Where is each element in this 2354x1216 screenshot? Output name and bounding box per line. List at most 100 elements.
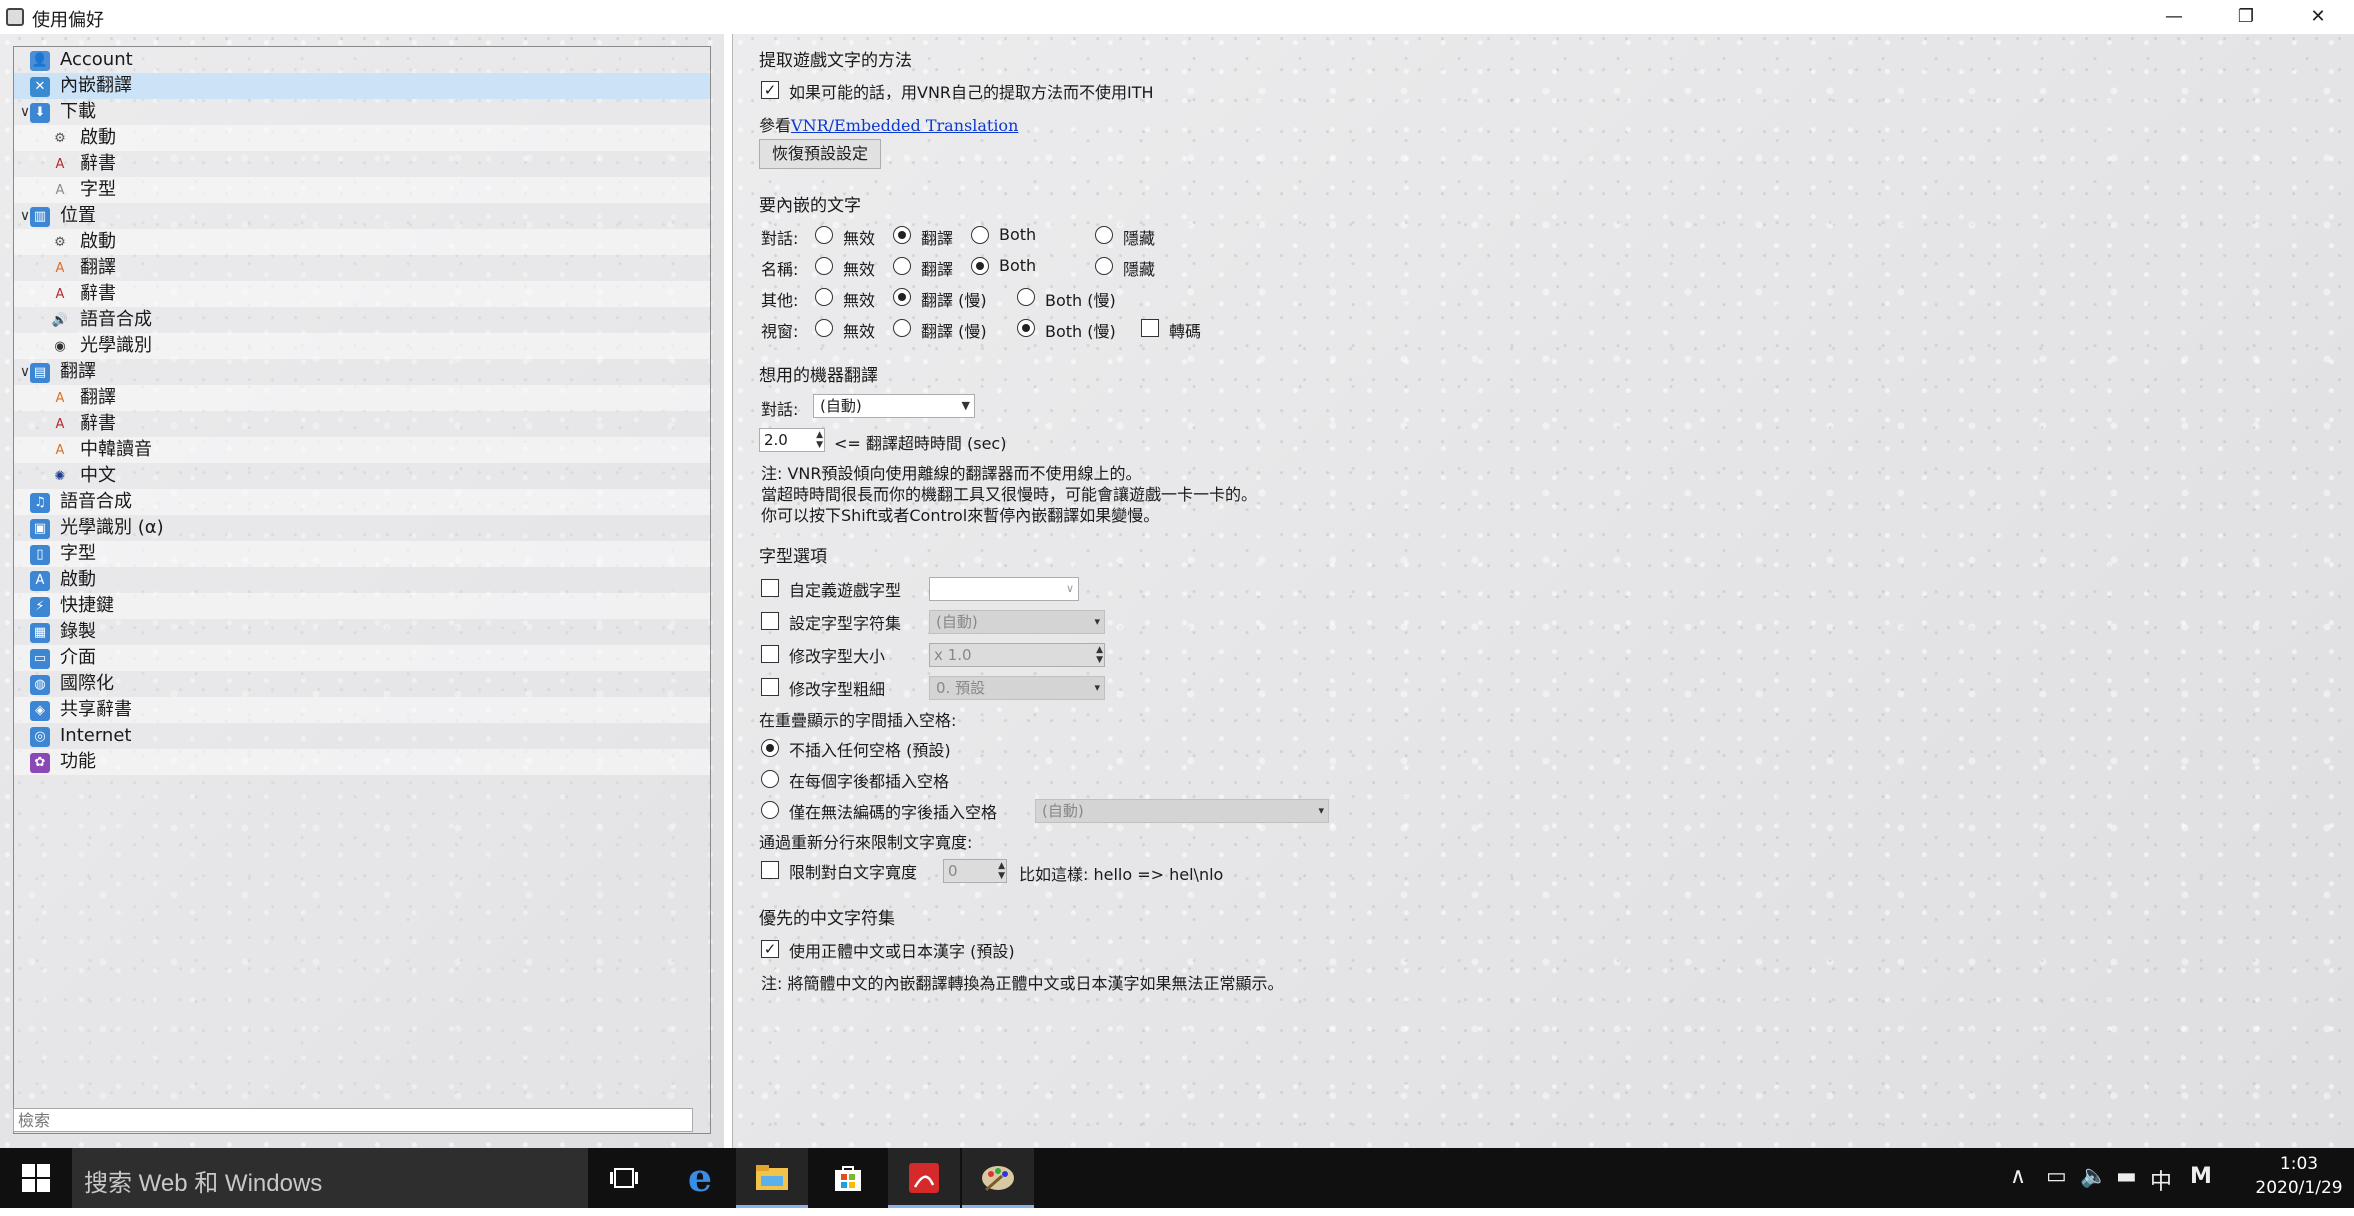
transcode-checkbox[interactable]	[1141, 319, 1159, 337]
embed-option-radio[interactable]	[971, 226, 989, 244]
font-weight-select[interactable]: 0. 預設 ▾	[929, 676, 1105, 700]
spin-down-icon[interactable]: ▼	[1096, 655, 1103, 665]
clock[interactable]: 1:03 2020/1/29	[2250, 1152, 2348, 1200]
spin-up-icon[interactable]: ▲	[998, 861, 1005, 871]
font-size-checkbox[interactable]	[761, 645, 779, 663]
embed-option-radio[interactable]	[1017, 288, 1035, 306]
volume-icon[interactable]: 🔈	[2080, 1164, 2107, 1189]
tree-item[interactable]: A 辭書	[14, 411, 710, 437]
embed-option-radio[interactable]	[815, 319, 833, 337]
embed-option-radio[interactable]	[1017, 319, 1035, 337]
task-view-icon[interactable]	[588, 1148, 660, 1208]
width-limit-spinbox[interactable]: 0 ▲ ▼	[943, 859, 1007, 883]
embedded-translation-link[interactable]: VNR/Embedded Translation	[791, 116, 1018, 135]
tree-item[interactable]: 👤 Account	[14, 47, 710, 73]
tree-item[interactable]: ▭ 介面	[14, 645, 710, 671]
space-none-radio[interactable]	[761, 739, 779, 757]
embed-option-radio[interactable]	[893, 226, 911, 244]
tree-item[interactable]: ∨ ▤ 翻譯	[14, 359, 710, 385]
ime-mode-indicator[interactable]: M	[2190, 1164, 2212, 1189]
spin-down-icon[interactable]: ▼	[998, 871, 1005, 881]
dictionary-icon: A	[55, 157, 65, 172]
tree-item[interactable]: ✕ 內嵌翻譯	[14, 73, 710, 99]
tree-item-label: 辭書	[80, 413, 116, 434]
tree-item[interactable]: ▯ 字型	[14, 541, 710, 567]
tree-item[interactable]: 🔊 語音合成	[14, 307, 710, 333]
splitter[interactable]	[724, 34, 732, 1148]
spin-down-icon[interactable]: ▼	[816, 440, 823, 450]
taskbar-search[interactable]: 搜索 Web 和 Windows	[72, 1148, 588, 1208]
machine-dialog-select[interactable]: (自動) ▼	[813, 394, 975, 418]
charset-select[interactable]: (自動) ▾	[929, 610, 1105, 634]
tree-item[interactable]: ◍ 國際化	[14, 671, 710, 697]
embed-option-radio[interactable]	[893, 288, 911, 306]
features-icon: ✿	[30, 753, 50, 773]
tree-item[interactable]: A 字型	[14, 177, 710, 203]
notification-icon[interactable]: ▬	[2116, 1164, 2137, 1189]
tree-item-label: 啟動	[80, 127, 116, 148]
tree-item-label: 錄製	[60, 621, 96, 642]
acrobat-icon[interactable]	[888, 1148, 960, 1208]
custom-font-select[interactable]: ∨	[929, 577, 1079, 601]
minimize-button[interactable]: —	[2138, 0, 2210, 34]
tree-item[interactable]: A 中韓讀音	[14, 437, 710, 463]
space-unencodable-radio[interactable]	[761, 801, 779, 819]
custom-font-checkbox[interactable]	[761, 579, 779, 597]
use-vnr-checkbox[interactable]: ✓	[761, 81, 779, 99]
tree-item[interactable]: A 辭書	[14, 281, 710, 307]
charset-checkbox[interactable]	[761, 612, 779, 630]
font-weight-checkbox[interactable]	[761, 678, 779, 696]
close-button[interactable]: ✕	[2282, 0, 2354, 34]
edge-browser-icon[interactable]: e	[664, 1148, 736, 1208]
embed-option-radio[interactable]	[815, 288, 833, 306]
tree-item[interactable]: ⚙ 啟動	[14, 229, 710, 255]
tree-item[interactable]: A 翻譯	[14, 255, 710, 281]
tree-item-label: 中文	[80, 465, 116, 486]
start-button[interactable]	[0, 1148, 72, 1208]
tree-item[interactable]: ⚡ 快捷鍵	[14, 593, 710, 619]
tree-item[interactable]: ♫ 語音合成	[14, 489, 710, 515]
ime-indicator[interactable]: 中	[2150, 1164, 2172, 1196]
tree-item-label: Internet	[60, 725, 132, 746]
tree-item[interactable]: A 翻譯	[14, 385, 710, 411]
embed-option-label: 無效	[843, 322, 876, 341]
tree-item[interactable]: ◈ 共享辭書	[14, 697, 710, 723]
location-icon: ▥	[30, 207, 50, 227]
spin-up-icon[interactable]: ▲	[1096, 645, 1103, 655]
vnr-app-icon[interactable]	[962, 1148, 1034, 1208]
tree-item[interactable]: ∨ ⬇ 下載	[14, 99, 710, 125]
reset-defaults-button[interactable]: 恢復預設設定	[759, 139, 882, 169]
file-explorer-icon[interactable]	[736, 1148, 808, 1208]
tree-item[interactable]: A 啟動	[14, 567, 710, 593]
account-icon: 👤	[30, 51, 50, 71]
timeout-spinbox[interactable]: 2.0 ▲ ▼	[759, 428, 825, 452]
tree-item[interactable]: ✺ 中文	[14, 463, 710, 489]
store-icon[interactable]	[812, 1148, 884, 1208]
tree-item[interactable]: ∨ ▥ 位置	[14, 203, 710, 229]
embed-option-radio[interactable]	[893, 319, 911, 337]
tree-item[interactable]: ▦ 錄製	[14, 619, 710, 645]
search-input[interactable]	[13, 1108, 693, 1132]
tree-item[interactable]: ▣ 光學識別 (α)	[14, 515, 710, 541]
embed-option-radio[interactable]	[1095, 226, 1113, 244]
tree-item[interactable]: ◉ 光學識別	[14, 333, 710, 359]
network-icon[interactable]: ▭	[2046, 1164, 2067, 1189]
embed-option-radio[interactable]	[815, 257, 833, 275]
tree-item[interactable]: ◎ Internet	[14, 723, 710, 749]
tree-item[interactable]: ⚙ 啟動	[14, 125, 710, 151]
width-limit-checkbox[interactable]	[761, 861, 779, 879]
traditional-charset-checkbox[interactable]: ✓	[761, 940, 779, 958]
font-size-spinbox[interactable]: x 1.0 ▲ ▼	[929, 643, 1105, 667]
tree-item[interactable]: A 辭書	[14, 151, 710, 177]
embed-option-radio[interactable]	[893, 257, 911, 275]
restore-button[interactable]: ❐	[2210, 0, 2282, 34]
spin-up-icon[interactable]: ▲	[816, 430, 823, 440]
space-encoding-select[interactable]: (自動) ▾	[1035, 799, 1329, 823]
space-every-radio[interactable]	[761, 770, 779, 788]
width-header: 通過重新分行來限制文字寬度:	[759, 833, 973, 852]
chevron-up-icon[interactable]: ∧	[2010, 1164, 2026, 1189]
embed-option-radio[interactable]	[1095, 257, 1113, 275]
tree-item[interactable]: ✿ 功能	[14, 749, 710, 775]
embed-option-radio[interactable]	[971, 257, 989, 275]
embed-option-radio[interactable]	[815, 226, 833, 244]
